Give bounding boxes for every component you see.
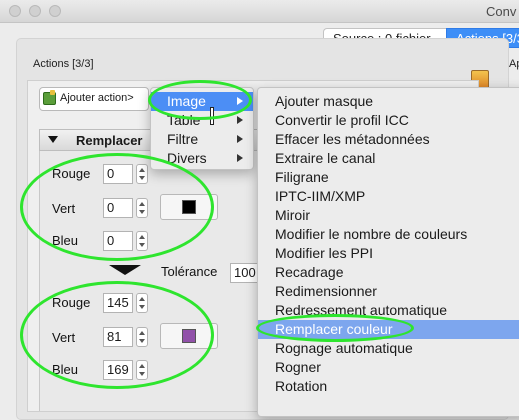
submenu-arrow-icon (237, 135, 243, 143)
menu-item-label: Image (167, 93, 206, 109)
menu-item-label: Divers (167, 150, 207, 166)
add-action-button[interactable]: Ajouter action> (39, 87, 149, 111)
from-green-stepper[interactable] (136, 198, 148, 218)
to-blue-label: Bleu (52, 362, 79, 377)
add-action-icon (43, 90, 56, 105)
from-green-input[interactable]: 0 (103, 198, 133, 218)
submenu-item-rotation[interactable]: Rotation (258, 377, 519, 396)
to-blue-input[interactable]: 169 (103, 360, 133, 380)
menu-item-label: Filtre (167, 131, 199, 147)
add-action-menu: Image Table Filtre Divers (150, 87, 254, 170)
to-red-stepper[interactable] (136, 293, 148, 313)
submenu-item-extraire-canal[interactable]: Extraire le canal (258, 149, 519, 168)
submenu-item-rognage-automatique[interactable]: Rognage automatique (258, 339, 519, 358)
actions-count-label: Actions [3/3] (33, 58, 94, 70)
to-red-label: Rouge (52, 295, 91, 310)
submenu-arrow-icon (237, 97, 243, 105)
submenu-item-partial[interactable] (258, 396, 519, 404)
from-color-well[interactable] (160, 194, 218, 220)
side-panel-label: Ap (509, 58, 519, 70)
down-arrow-icon (109, 265, 141, 275)
to-green-stepper[interactable] (136, 327, 148, 347)
menu-item-label: Table (167, 112, 201, 128)
image-submenu: Ajouter masque Convertir le profil ICC E… (257, 87, 519, 417)
submenu-item-convertir-profil-icc[interactable]: Convertir le profil ICC (258, 111, 519, 130)
from-blue-label: Bleu (52, 233, 79, 248)
submenu-item-effacer-metadonnees[interactable]: Effacer les métadonnées (258, 130, 519, 149)
add-action-label: Ajouter action> (60, 92, 134, 104)
from-red-input[interactable]: 0 (103, 164, 133, 184)
from-red-stepper[interactable] (136, 164, 148, 184)
to-green-label: Vert (52, 330, 76, 345)
submenu-item-redressement-automatique[interactable]: Redressement automatique (258, 301, 519, 320)
submenu-arrow-icon (237, 116, 243, 124)
from-color-swatch (182, 200, 196, 214)
submenu-item-modifier-ppi[interactable]: Modifier les PPI (258, 244, 519, 263)
tolerance-label: Tolérance (161, 264, 218, 279)
menu-item-divers[interactable]: Divers (151, 149, 253, 168)
to-color-swatch (182, 329, 196, 343)
to-green-input[interactable]: 81 (103, 327, 133, 347)
tolerance-input[interactable]: 100 (230, 263, 260, 283)
text-cursor-icon (210, 107, 214, 125)
submenu-arrow-icon (237, 154, 243, 162)
submenu-item-miroir[interactable]: Miroir (258, 206, 519, 225)
title-bar: Conv (0, 0, 519, 23)
to-blue-stepper[interactable] (136, 360, 148, 380)
to-color-well[interactable] (160, 323, 218, 349)
zoom-button[interactable] (49, 5, 61, 17)
submenu-item-modifier-nombre-couleurs[interactable]: Modifier le nombre de couleurs (258, 225, 519, 244)
from-blue-input[interactable]: 0 (103, 231, 133, 251)
disclosure-triangle-icon[interactable] (48, 136, 58, 143)
from-red-label: Rouge (52, 166, 91, 181)
close-button[interactable] (9, 5, 21, 17)
submenu-item-iptc-xmp[interactable]: IPTC-IIM/XMP (258, 187, 519, 206)
submenu-item-ajouter-masque[interactable]: Ajouter masque (258, 92, 519, 111)
submenu-item-filigrane[interactable]: Filigrane (258, 168, 519, 187)
to-red-input[interactable]: 145 (103, 293, 133, 313)
minimize-button[interactable] (29, 5, 41, 17)
submenu-item-recadrage[interactable]: Recadrage (258, 263, 519, 282)
from-blue-stepper[interactable] (136, 231, 148, 251)
menu-item-image[interactable]: Image (151, 92, 253, 111)
menu-item-filtre[interactable]: Filtre (151, 130, 253, 149)
menu-item-table[interactable]: Table (151, 111, 253, 130)
replace-section-title: Remplacer (76, 133, 143, 148)
submenu-item-remplacer-couleur[interactable]: Remplacer couleur (258, 320, 519, 339)
window-title: Conv (486, 4, 517, 19)
from-green-label: Vert (52, 201, 76, 216)
submenu-item-rogner[interactable]: Rogner (258, 358, 519, 377)
submenu-item-redimensionner[interactable]: Redimensionner (258, 282, 519, 301)
